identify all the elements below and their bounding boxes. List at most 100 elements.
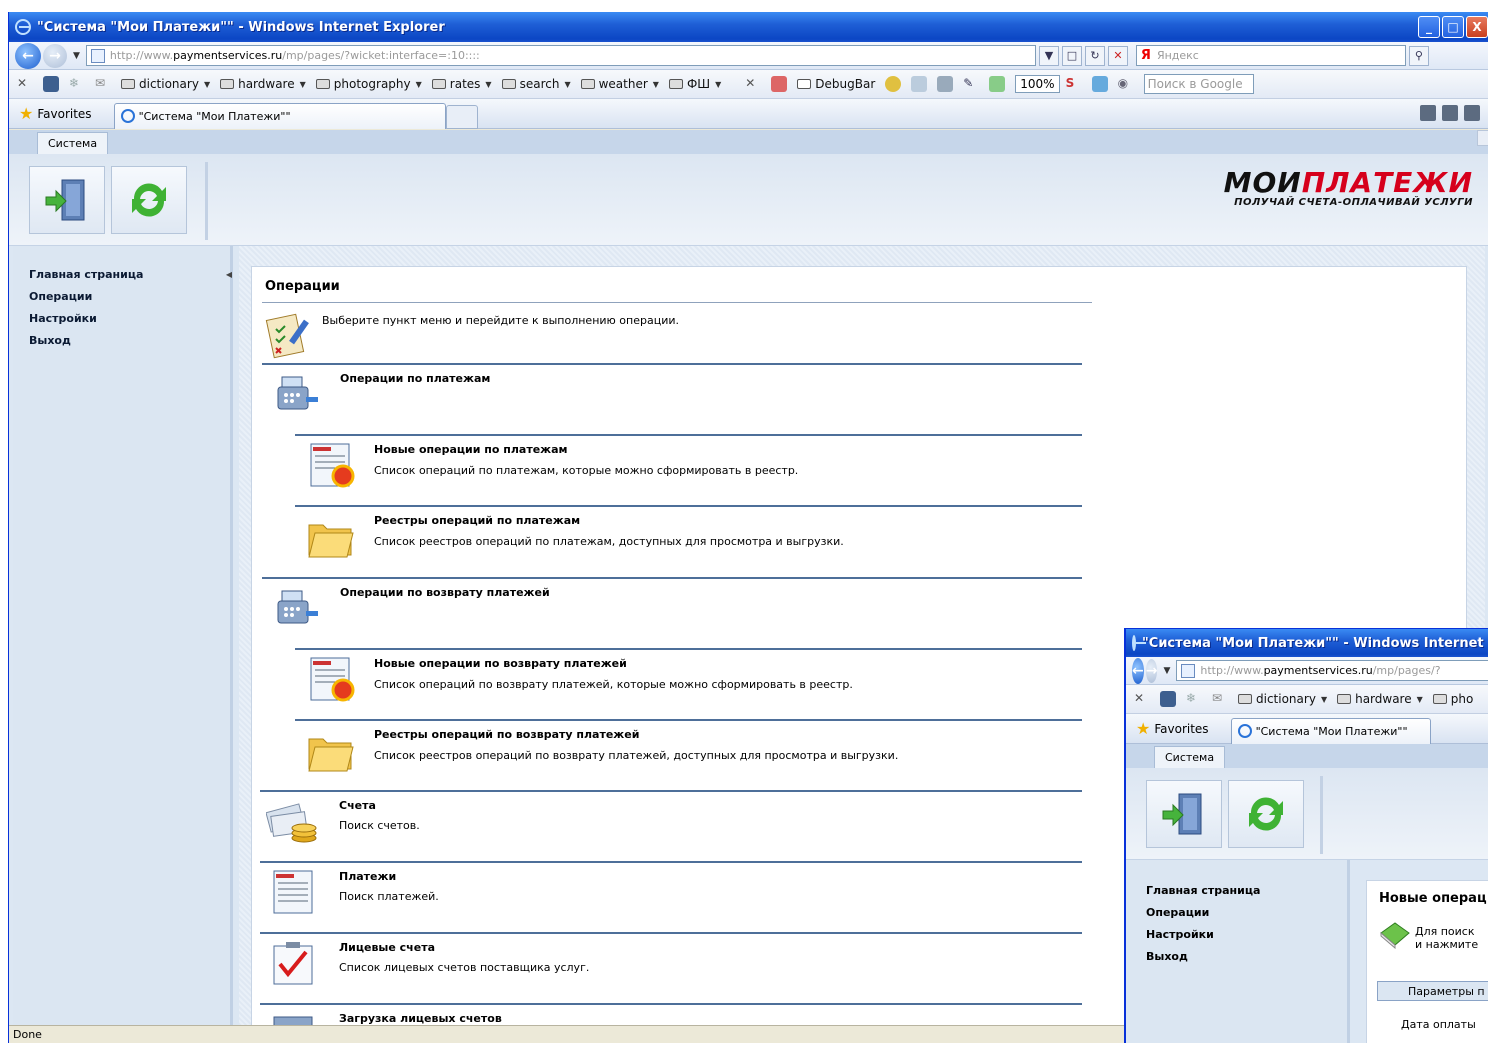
item-title[interactable]: Операции по платежам bbox=[340, 372, 490, 385]
exit-button[interactable] bbox=[1146, 779, 1222, 848]
item-title[interactable]: Лицевые счета bbox=[339, 941, 435, 954]
item-new-payment-operations[interactable]: Новые операции по платежам Список операц… bbox=[295, 434, 1082, 504]
item-personal-accounts[interactable]: Лицевые счета Список лицевых счетов пост… bbox=[260, 932, 1082, 1002]
google-search-input[interactable]: Поиск в Google bbox=[1143, 74, 1254, 94]
link-rates[interactable]: rates ▼ bbox=[431, 77, 492, 91]
address-bar: ← → ▼ http://www. paymentservices.ru/mp/p… bbox=[1126, 657, 1488, 685]
stop-icon[interactable]: ✕ bbox=[1107, 45, 1128, 66]
link-hardware[interactable]: hardware ▼ bbox=[1337, 692, 1423, 706]
item-title[interactable]: Платежи bbox=[339, 870, 396, 883]
link-search[interactable]: search ▼ bbox=[501, 77, 571, 91]
windows-icon[interactable] bbox=[1160, 691, 1176, 707]
url-input[interactable]: http://www. paymentservices.ru/mp/pages/?… bbox=[85, 45, 1036, 66]
snowflake-icon[interactable]: ❄ bbox=[69, 76, 85, 92]
tab-list-icon[interactable] bbox=[1442, 105, 1458, 121]
item-title[interactable]: Новые операции по платежам bbox=[374, 443, 568, 456]
group-payment-operations[interactable]: Операции по платежам bbox=[262, 363, 1082, 433]
url-dropdown-icon[interactable]: ▼ bbox=[1038, 45, 1059, 66]
url-input[interactable]: http://www. paymentservices.ru/mp/pages/? bbox=[1176, 660, 1488, 681]
sidebar-item-operations[interactable]: Операции bbox=[29, 290, 230, 312]
compat-view-icon[interactable]: □ bbox=[1061, 45, 1082, 66]
cash-register-icon bbox=[277, 590, 318, 624]
eye-icon[interactable]: ◉ bbox=[1118, 76, 1134, 92]
search-icon[interactable]: ⚲ bbox=[1408, 45, 1429, 66]
history-dropdown-icon[interactable]: ▼ bbox=[73, 51, 80, 61]
minimize-button[interactable]: _ bbox=[1418, 16, 1440, 38]
tab-system[interactable]: Система bbox=[37, 132, 109, 154]
link-dictionary[interactable]: dictionary ▼ bbox=[121, 77, 210, 91]
item-payments[interactable]: Платежи Поиск платежей. bbox=[260, 861, 1082, 931]
group-refund-operations[interactable]: Операции по возврату платежей bbox=[262, 577, 1082, 647]
close-button[interactable]: X bbox=[1466, 16, 1488, 38]
sidebar-item-exit[interactable]: Выход bbox=[1146, 950, 1347, 972]
forward-button[interactable]: → bbox=[43, 43, 67, 68]
pen-icon[interactable]: ✎ bbox=[963, 76, 979, 92]
parameters-header[interactable]: Параметры п bbox=[1377, 981, 1488, 1001]
sidebar-item-home[interactable]: Главная страница bbox=[1146, 884, 1347, 906]
fullscreen-icon[interactable] bbox=[989, 76, 1006, 92]
exit-button[interactable] bbox=[29, 165, 105, 234]
scrollbar[interactable] bbox=[1477, 130, 1488, 146]
tools-icon[interactable] bbox=[1091, 76, 1108, 92]
history-dropdown-icon[interactable]: ▼ bbox=[1163, 666, 1170, 676]
new-tab-button[interactable] bbox=[445, 104, 478, 129]
link-weather[interactable]: weather ▼ bbox=[580, 77, 659, 91]
zoom-select[interactable]: 100% bbox=[1015, 75, 1060, 93]
favorites-button[interactable]: ★ Favorites bbox=[19, 104, 92, 123]
link-photography[interactable]: photography ▼ bbox=[315, 77, 422, 91]
s-icon[interactable]: S bbox=[1066, 76, 1082, 92]
mail-icon[interactable]: ✉ bbox=[1212, 691, 1228, 707]
link-photography[interactable]: pho bbox=[1432, 692, 1473, 706]
refresh-button[interactable] bbox=[1228, 779, 1304, 848]
item-title[interactable]: Реестры операций по возврату платежей bbox=[374, 728, 639, 741]
forward-button[interactable]: → bbox=[1145, 658, 1158, 683]
tab-active[interactable]: "Система "Мои Платежи"" bbox=[113, 102, 446, 129]
collapse-arrow-icon[interactable]: ◀ bbox=[226, 270, 232, 279]
refresh-icon[interactable]: ↻ bbox=[1084, 45, 1105, 66]
sidebar-item-settings[interactable]: Настройки bbox=[1146, 928, 1347, 950]
cash-register-icon bbox=[277, 376, 318, 410]
close-toolbar-icon[interactable]: ✕ bbox=[1134, 691, 1150, 707]
item-payment-registries[interactable]: Реестры операций по платежам Список реес… bbox=[295, 505, 1082, 575]
quick-tabs-icon[interactable] bbox=[1420, 105, 1436, 121]
title-bar[interactable]: "Система "Мои Платежи"" - Windows Intern… bbox=[1126, 629, 1488, 657]
tab-active[interactable]: "Система "Мои Платежи"" bbox=[1230, 717, 1431, 744]
back-button[interactable]: ← bbox=[15, 42, 41, 69]
mail-icon[interactable]: ✉ bbox=[95, 76, 111, 92]
back-button[interactable]: ← bbox=[1132, 657, 1144, 684]
item-title[interactable]: Реестры операций по платежам bbox=[374, 514, 580, 527]
item-new-refund-operations[interactable]: Новые операции по возврату платежей Спис… bbox=[295, 648, 1082, 718]
item-title[interactable]: Счета bbox=[339, 799, 376, 812]
item-refund-registries[interactable]: Реестры операций по возврату платежей Сп… bbox=[295, 719, 1082, 789]
page-menu-icon[interactable] bbox=[911, 76, 928, 92]
document-wheel-icon bbox=[310, 657, 355, 702]
windows-icon[interactable] bbox=[43, 76, 59, 92]
sidebar-menu: Главная страница Операции Настройки Выхо… bbox=[13, 246, 233, 1025]
yandex-logo-icon: Я bbox=[1140, 48, 1151, 63]
tab-system[interactable]: Система bbox=[1154, 746, 1226, 768]
close-toolbar-icon[interactable]: ✕ bbox=[17, 76, 33, 92]
link-dictionary[interactable]: dictionary ▼ bbox=[1238, 692, 1327, 706]
maximize-button[interactable]: □ bbox=[1442, 16, 1464, 38]
sidebar-item-operations[interactable]: Операции bbox=[1146, 906, 1347, 928]
snowflake-icon[interactable]: ❄ bbox=[1186, 691, 1202, 707]
sidebar-item-home[interactable]: Главная страница bbox=[29, 268, 230, 290]
debugbar-button[interactable]: DebugBar bbox=[797, 77, 875, 91]
item-invoices[interactable]: Счета Поиск счетов. bbox=[260, 790, 1082, 860]
close-toolbar2-icon[interactable]: ✕ bbox=[745, 76, 761, 92]
sidebar-item-exit[interactable]: Выход bbox=[29, 334, 230, 356]
sidebar-item-settings[interactable]: Настройки bbox=[29, 312, 230, 334]
yandex-search-input[interactable]: Я Яндекс bbox=[1135, 45, 1406, 66]
home-icon[interactable] bbox=[1464, 105, 1480, 121]
item-title[interactable]: Новые операции по возврату платежей bbox=[374, 657, 627, 670]
ie-tools-icon[interactable] bbox=[885, 76, 902, 92]
print-icon[interactable] bbox=[937, 76, 954, 92]
link-hardware[interactable]: hardware ▼ bbox=[220, 77, 306, 91]
title-bar[interactable]: "Система "Мои Платежи"" - Windows Intern… bbox=[9, 12, 1488, 42]
addons-icon[interactable] bbox=[771, 76, 788, 92]
item-title[interactable]: Операции по возврату платежей bbox=[340, 586, 550, 599]
item-title[interactable]: Загрузка лицевых счетов bbox=[339, 1012, 502, 1025]
refresh-button[interactable] bbox=[111, 165, 187, 234]
link-fsh[interactable]: ФШ ▼ bbox=[668, 77, 721, 91]
favorites-button[interactable]: ★ Favorites bbox=[1136, 719, 1209, 738]
